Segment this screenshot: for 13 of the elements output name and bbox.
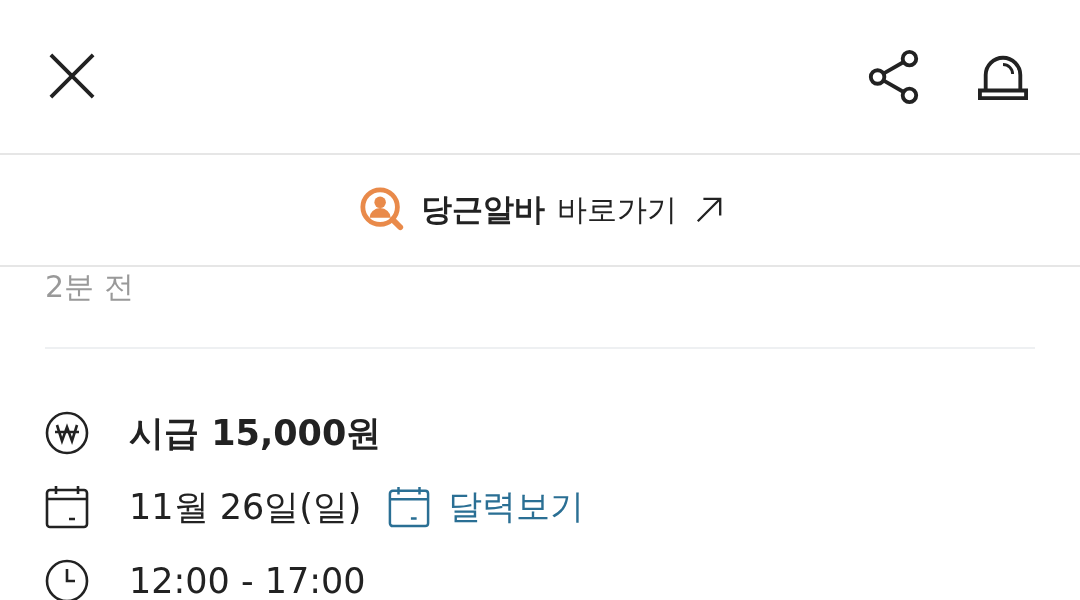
detail-text: 시급 15,000원 — [129, 411, 382, 455]
won-icon — [45, 411, 89, 455]
detail-text: 11월 26일(일) — [129, 485, 362, 529]
shortcut-link[interactable]: 바로가기 — [557, 189, 677, 231]
calendar-button[interactable]: 달력보기 — [387, 484, 584, 530]
calendar-icon — [45, 485, 89, 529]
detail-text: 12:00 - 17:00 — [129, 561, 366, 600]
clock-icon — [45, 559, 89, 600]
posted-time: 2분 전 — [45, 268, 135, 306]
brand-name: 당근알바 — [421, 190, 545, 229]
calendar-icon — [387, 486, 430, 528]
close-icon[interactable] — [48, 51, 96, 100]
arrow-icon — [695, 196, 723, 224]
